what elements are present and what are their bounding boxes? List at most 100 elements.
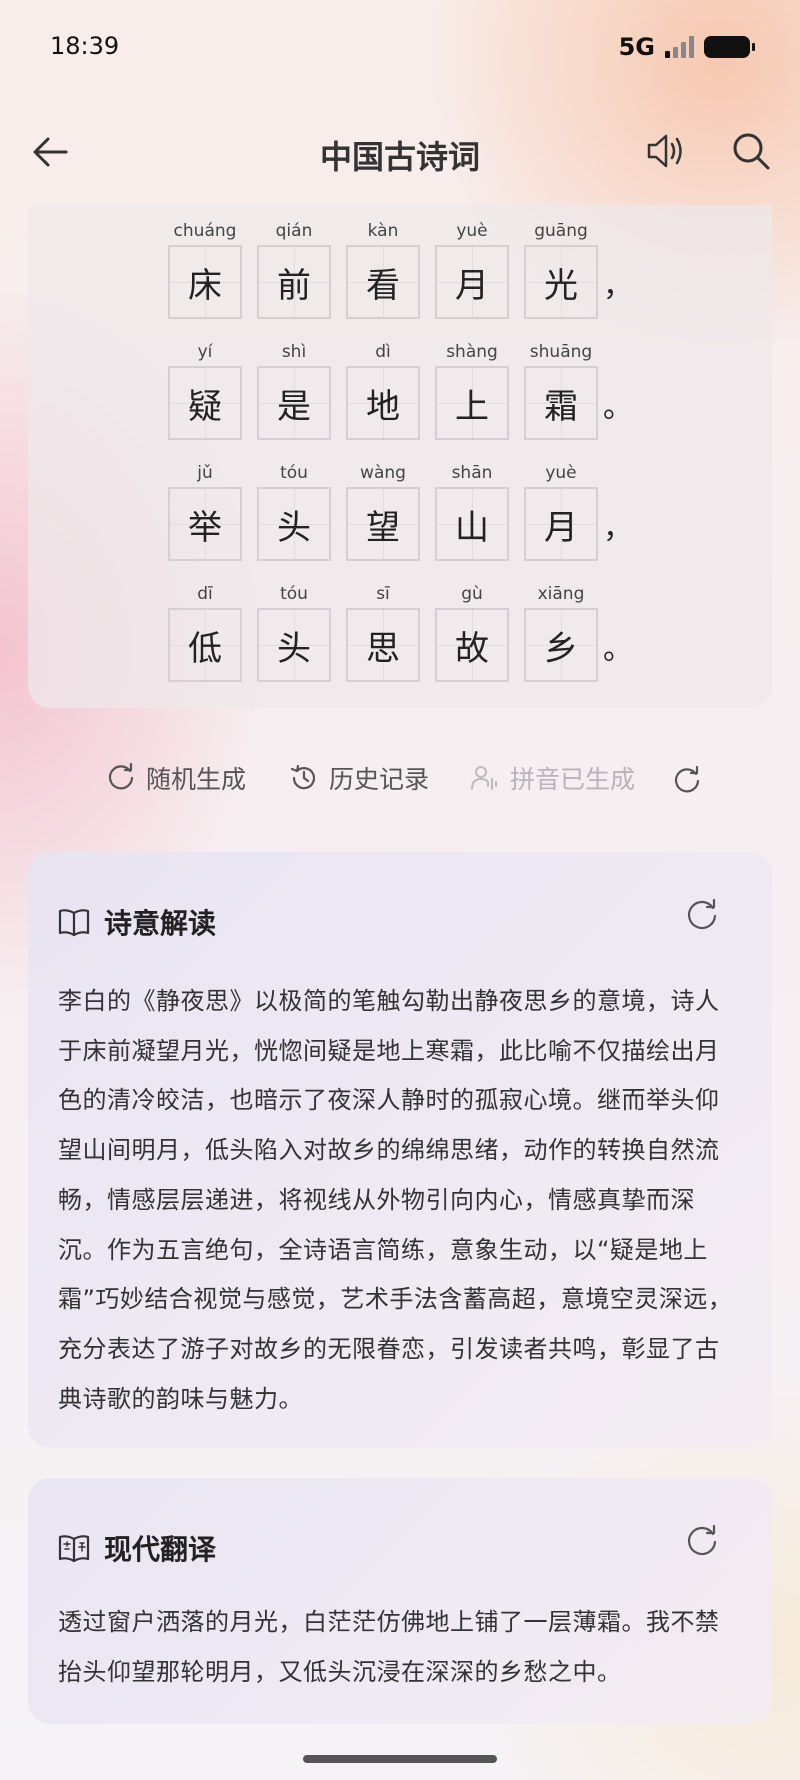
pinyin-label: yí (197, 342, 213, 362)
interpretation-card: 诗意解读 李白的《静夜思》以极简的笔触勾勒出静夜思乡的意境，诗人于床前凝望月光，… (28, 852, 772, 1448)
tianzige-box: 望 (346, 487, 420, 561)
refresh-icon[interactable] (684, 898, 720, 934)
poem-character: 头 (277, 507, 311, 548)
poem-punctuation: 。 (603, 632, 633, 667)
poem-character: 是 (277, 386, 311, 427)
poem-char-cell[interactable]: guāng 光 (524, 217, 598, 319)
pinyin-label: shān (451, 463, 493, 483)
interpretation-header: 诗意解读 (58, 902, 216, 942)
nav-bar: 中国古诗词 (0, 118, 800, 188)
poem-character: 霜 (544, 386, 578, 427)
poem-char-cell[interactable]: kàn 看 (346, 217, 420, 319)
poem-char-cell[interactable]: yuè 月 (435, 217, 509, 319)
pinyin-generated-label: 拼音已生成 (510, 765, 636, 794)
tianzige-box: 思 (346, 608, 420, 682)
poem-char-cell[interactable]: gù 故 (435, 580, 509, 682)
tianzige-box: 前 (257, 245, 331, 319)
tianzige-box: 光 (524, 245, 598, 319)
poem-punctuation: 。 (603, 390, 633, 425)
poem-char-cell[interactable]: shuāng 霜 (524, 338, 598, 440)
poem-char-cell[interactable]: xiāng 乡 (524, 580, 598, 682)
status-icons: 5G (618, 33, 755, 61)
poem-line: dī 低 tóu 头 sī 思 gù 故 xiāng 乡。 (28, 580, 772, 690)
pinyin-label: shì (281, 342, 307, 362)
poem-char-cell[interactable]: shì 是 (257, 338, 331, 440)
poem-char-cell[interactable]: dī 低 (168, 580, 242, 682)
translation-title: 现代翻译 (104, 1533, 217, 1566)
pinyin-label: shuāng (529, 342, 593, 362)
tianzige-box: 疑 (168, 366, 242, 440)
refresh-icon[interactable] (672, 766, 702, 796)
poem-char-cell[interactable]: yuè 月 (524, 459, 598, 561)
translation-text: 透过窗户洒落的月光，白茫茫仿佛地上铺了一层薄霜。我不禁抬头仰望那轮明月，又低头沉… (58, 1608, 720, 1686)
poem-char-cell[interactable]: chuáng 床 (168, 217, 242, 319)
tianzige-box: 头 (257, 608, 331, 682)
speaker-icon[interactable] (644, 130, 686, 172)
translation-header: 现代翻译 (58, 1528, 216, 1568)
battery-icon (704, 36, 755, 58)
user-voice-icon (471, 766, 497, 790)
refresh-icon[interactable] (684, 1524, 720, 1560)
poem-punctuation: ， (603, 269, 633, 304)
tianzige-box: 霜 (524, 366, 598, 440)
tianzige-box: 举 (168, 487, 242, 561)
random-generate-button[interactable]: 随机生成 (106, 760, 246, 796)
poem-character: 床 (188, 265, 222, 306)
poem-char-cell[interactable]: yí 疑 (168, 338, 242, 440)
poem-char-cell[interactable]: shān 山 (435, 459, 509, 561)
poem-char-cell[interactable]: tóu 头 (257, 580, 331, 682)
history-button[interactable]: 历史记录 (289, 760, 429, 796)
refresh-icon (108, 763, 134, 790)
poem-character: 前 (277, 265, 311, 306)
poem-char-cell[interactable]: tóu 头 (257, 459, 331, 561)
interpretation-text: 李白的《静夜思》以极简的笔触勾勒出静夜思乡的意境，诗人于床前凝望月光，恍惚间疑是… (58, 987, 733, 1413)
book-icon (58, 909, 90, 937)
poem-character: 乡 (544, 628, 578, 669)
poem-char-cell[interactable]: jǔ 举 (168, 459, 242, 561)
pinyin-generated-button[interactable]: 拼音已生成 (470, 760, 635, 796)
pinyin-label: chuáng (173, 221, 237, 241)
pinyin-label: yuè (456, 221, 488, 241)
pinyin-label: xiāng (537, 584, 585, 604)
pinyin-label: dì (375, 342, 391, 362)
poem-char-cell[interactable]: qián 前 (257, 217, 331, 319)
poem-character: 地 (366, 386, 400, 427)
poem-character: 月 (544, 507, 578, 548)
poem-character: 望 (366, 507, 400, 548)
network-type: 5G (618, 33, 655, 61)
tianzige-box: 上 (435, 366, 509, 440)
pinyin-label: gù (461, 584, 483, 604)
tianzige-box: 看 (346, 245, 420, 319)
tianzige-box: 乡 (524, 608, 598, 682)
poem-char-cell[interactable]: wàng 望 (346, 459, 420, 561)
home-indicator[interactable] (303, 1755, 497, 1763)
pinyin-label: jǔ (197, 463, 213, 483)
signal-icon (665, 36, 694, 58)
poem-character: 低 (188, 628, 222, 669)
poem-line: yí 疑 shì 是 dì 地 shàng 上 shuāng 霜。 (28, 338, 772, 448)
tianzige-box: 月 (524, 487, 598, 561)
poem-character: 月 (455, 265, 489, 306)
poem-character: 举 (188, 507, 222, 548)
status-time: 18:39 (50, 32, 120, 60)
poem-char-cell[interactable]: dì 地 (346, 338, 420, 440)
random-generate-label: 随机生成 (146, 765, 247, 794)
pinyin-label: yuè (545, 463, 577, 483)
poem-character: 山 (455, 507, 489, 548)
poem-character: 头 (277, 628, 311, 669)
poem-character: 光 (544, 265, 578, 306)
poem-line: chuáng 床 qián 前 kàn 看 yuè 月 guāng 光 ， (28, 217, 772, 327)
action-bar: 随机生成 历史记录 拼音已生成 (0, 760, 800, 804)
poem-character: 上 (455, 386, 489, 427)
translation-book-icon (58, 1535, 90, 1563)
poem-char-cell[interactable]: shàng 上 (435, 338, 509, 440)
history-label: 历史记录 (329, 765, 430, 794)
poem-punctuation: ， (603, 511, 633, 546)
tianzige-box: 床 (168, 245, 242, 319)
tianzige-box: 山 (435, 487, 509, 561)
poem-char-cell[interactable]: sī 思 (346, 580, 420, 682)
pinyin-label: guāng (534, 221, 588, 241)
poem-character: 故 (455, 628, 489, 669)
pinyin-label: shàng (446, 342, 498, 362)
search-icon[interactable] (730, 130, 772, 172)
